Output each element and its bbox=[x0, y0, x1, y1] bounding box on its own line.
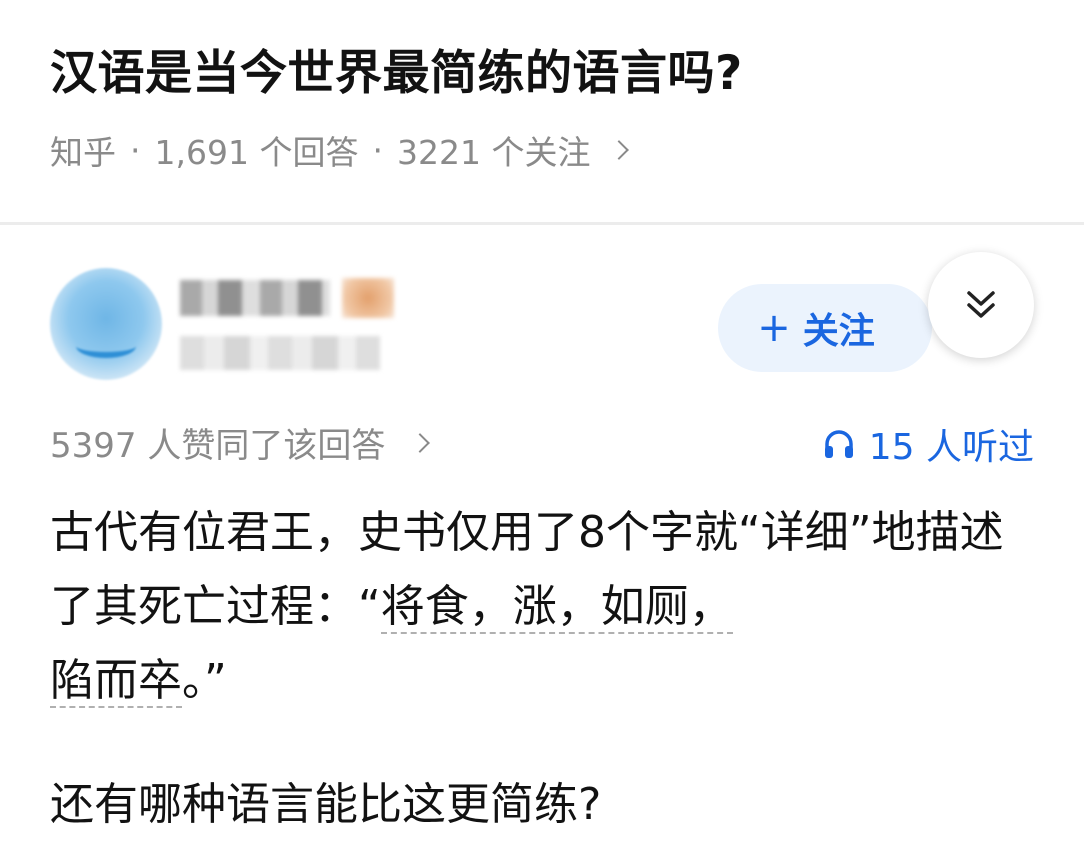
follow-button[interactable]: + 关注 bbox=[718, 284, 932, 372]
chevron-right-icon bbox=[609, 140, 630, 160]
divider bbox=[0, 222, 1084, 225]
answer-count: 1,691 个回答 bbox=[154, 133, 359, 172]
chevron-right-icon bbox=[410, 432, 431, 453]
headphones-icon bbox=[824, 430, 853, 458]
answer-paragraph-question: 还有哪种语言能比这更简练? bbox=[50, 779, 602, 830]
upvote-count[interactable]: 5397 人赞同了该回答 bbox=[50, 418, 431, 467]
follow-label: 关注 bbox=[802, 311, 875, 352]
question-title: 汉语是当今世界最简练的语言吗? bbox=[50, 46, 743, 101]
author-badge-blurred bbox=[342, 278, 394, 318]
plus-icon: + bbox=[757, 305, 791, 351]
highlighted-quote[interactable]: 陷而卒 bbox=[50, 655, 182, 708]
avatar[interactable] bbox=[50, 268, 162, 380]
source-label: 知乎 bbox=[50, 133, 116, 172]
author-bio-blurred bbox=[180, 336, 380, 370]
follower-count: 3221 个关注 bbox=[396, 133, 591, 172]
double-chevron-down-icon bbox=[967, 291, 995, 318]
answer-body: 古代有位君王，史书仅用了8个字就“详细”地描述了其死亡过程：“将食，涨，如厕，陷… bbox=[50, 496, 1040, 718]
meta-separator: · bbox=[372, 130, 383, 170]
answer-paragraph: 古代有位君王，史书仅用了8个字就“详细”地描述了其死亡过程：“将食，涨，如厕，陷… bbox=[50, 507, 1004, 708]
author-name-blurred[interactable] bbox=[180, 280, 330, 316]
question-meta[interactable]: 知乎 · 1,691 个回答 · 3221 个关注 bbox=[50, 126, 630, 174]
highlighted-quote[interactable]: 将食，涨，如厕， bbox=[380, 581, 733, 634]
listen-count[interactable]: 15 人听过 bbox=[821, 418, 1034, 470]
upvote-label: 5397 人赞同了该回答 bbox=[50, 426, 386, 466]
listen-label: 15 人听过 bbox=[868, 427, 1034, 468]
expand-button[interactable] bbox=[928, 252, 1034, 358]
meta-separator: · bbox=[130, 130, 141, 170]
